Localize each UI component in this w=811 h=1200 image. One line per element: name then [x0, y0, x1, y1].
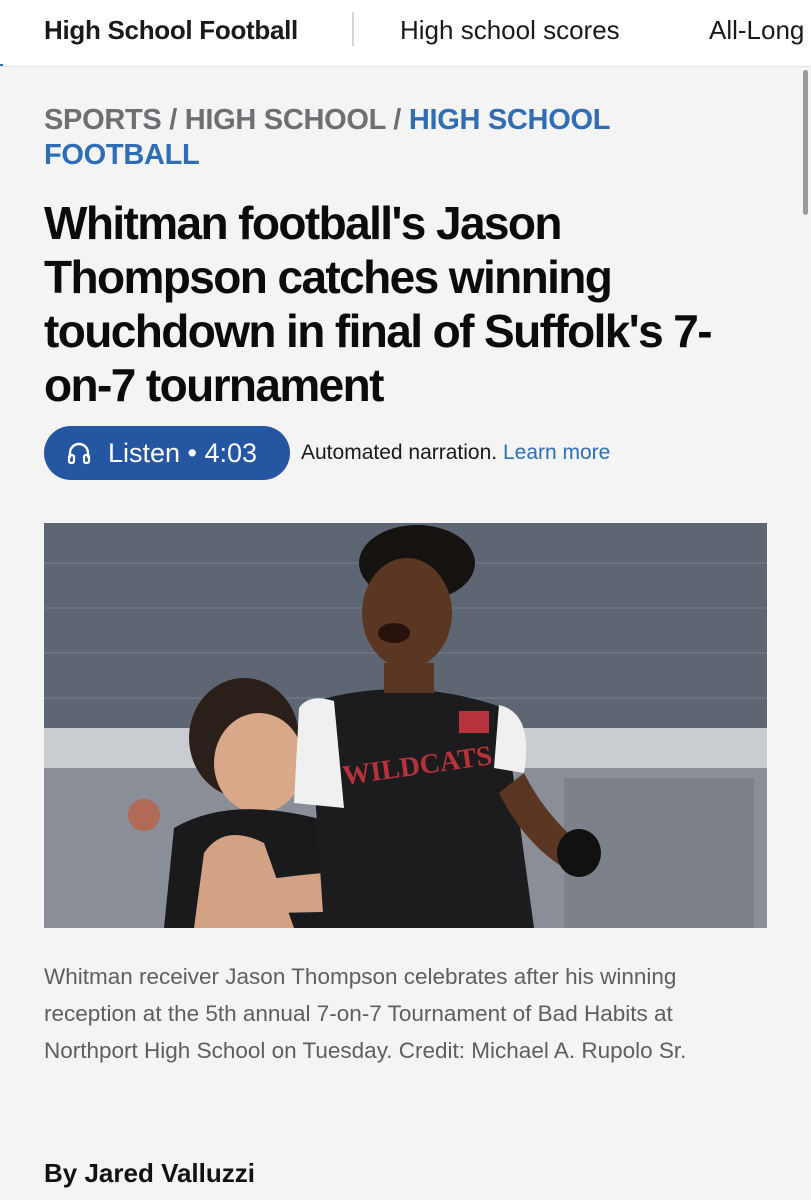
photo-caption: Whitman receiver Jason Thompson celebrat…	[44, 964, 687, 1063]
headphones-icon	[66, 440, 92, 466]
listen-button[interactable]: Listen • 4:03	[44, 426, 290, 480]
page-scrollbar[interactable]	[803, 70, 808, 215]
nav-divider	[352, 12, 354, 46]
nav-active-indicator	[0, 64, 3, 66]
photo-illustration: WILDCATS	[44, 523, 767, 928]
breadcrumb-separator: /	[385, 104, 409, 136]
article-page: High School Football High school scores …	[0, 0, 811, 1200]
article-byline: By Jared Valluzzi	[44, 1158, 255, 1188]
article-headline: Whitman football's Jason Thompson catche…	[44, 197, 713, 411]
learn-more-link[interactable]: Learn more	[503, 441, 610, 464]
narration-text: Automated narration.	[301, 441, 498, 464]
breadcrumb-sports[interactable]: SPORTS	[44, 104, 162, 136]
listen-label: Listen • 4:03	[108, 438, 258, 468]
narration-note: Automated narration. Learn more	[301, 439, 610, 467]
nav-item-high-school-scores[interactable]: High school scores	[400, 14, 620, 46]
article-photo: WILDCATS	[44, 523, 767, 928]
breadcrumb-separator: /	[161, 104, 185, 136]
nav-item-all-long-island[interactable]: All-Long	[709, 14, 804, 46]
breadcrumb-high-school[interactable]: HIGH SCHOOL	[185, 104, 386, 136]
nav-item-high-school-football[interactable]: High School Football	[44, 14, 298, 46]
section-nav: High School Football High school scores …	[0, 0, 811, 67]
breadcrumb: SPORTS / HIGH SCHOOL / HIGH SCHOOL FOOTB…	[44, 103, 744, 173]
